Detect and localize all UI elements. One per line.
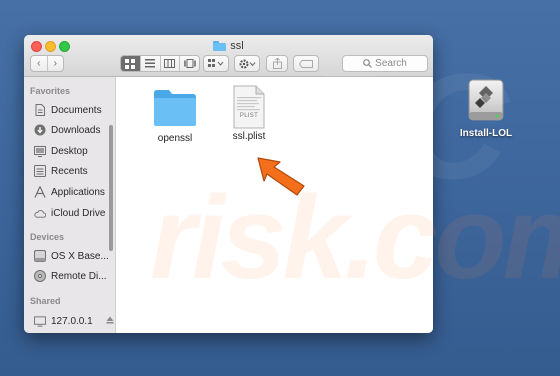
window-toolbar: ssl ‹ › Search — [24, 35, 433, 77]
file-name: openssl — [157, 133, 193, 144]
search-placeholder: Search — [375, 58, 407, 69]
sidebar-item-label: Documents — [51, 104, 102, 116]
sidebar-item-remote-disc[interactable]: Remote Di... — [34, 268, 107, 284]
sidebar-item-label: Downloads — [51, 124, 101, 136]
tags-button[interactable] — [293, 55, 319, 72]
list-view-button[interactable] — [141, 56, 161, 71]
search-icon — [363, 59, 373, 68]
eject-icon[interactable] — [106, 316, 114, 327]
navigation-buttons: ‹ › — [30, 55, 64, 72]
list-view-icon — [145, 59, 156, 68]
download-icon — [34, 124, 46, 136]
sidebar-item-label: Applications — [51, 186, 105, 198]
sidebar-item-applications[interactable]: Applications — [34, 184, 105, 200]
drive-label: Install-LOL — [459, 128, 513, 139]
window-title-text: ssl — [230, 40, 244, 52]
forward-button[interactable]: › — [48, 56, 64, 71]
file-name: ssl.plist — [232, 131, 266, 142]
desktop-drive-install-lol[interactable]: Install-LOL — [456, 76, 516, 139]
sidebar-item-documents[interactable]: Documents — [34, 102, 102, 118]
sidebar-item-downloads[interactable]: Downloads — [34, 122, 100, 138]
file-type-badge: PLIST — [239, 113, 259, 119]
server-icon — [34, 315, 46, 327]
sidebar-scrollbar[interactable] — [109, 125, 113, 251]
sidebar-item-localhost[interactable]: 127.0.0.1 — [34, 313, 114, 329]
sidebar-item-recents[interactable]: Recents — [34, 163, 88, 179]
icon-view-button[interactable] — [121, 56, 141, 71]
annotation-arrow — [257, 157, 305, 196]
window-title: ssl — [24, 38, 433, 54]
plist-file-icon — [233, 85, 265, 129]
file-item-ssl-plist[interactable]: PLIST ssl.plist — [217, 85, 281, 142]
sidebar-header-devices: Devices — [30, 232, 65, 242]
gallery-view-icon — [183, 59, 196, 68]
gallery-view-button[interactable] — [180, 56, 199, 71]
sidebar-item-label: 127.0.0.1 — [51, 315, 93, 327]
column-view-button[interactable] — [161, 56, 181, 71]
remote-disc-icon — [34, 270, 46, 282]
search-field[interactable]: Search — [342, 55, 428, 72]
tag-icon — [299, 59, 313, 68]
share-button[interactable] — [266, 55, 288, 72]
view-mode-buttons — [120, 55, 200, 72]
arrange-grid-icon — [208, 59, 224, 67]
folder-icon — [213, 41, 227, 51]
document-icon — [34, 104, 46, 116]
sidebar-header-shared: Shared — [30, 296, 61, 306]
sidebar-item-label: Desktop — [51, 145, 88, 157]
applications-icon — [34, 186, 46, 198]
cloud-icon — [34, 207, 46, 219]
back-button[interactable]: ‹ — [31, 56, 48, 71]
icon-view-icon — [125, 58, 136, 69]
share-icon — [272, 58, 282, 69]
sidebar-item-desktop[interactable]: Desktop — [34, 143, 88, 159]
action-button[interactable] — [234, 55, 260, 72]
finder-window: ssl ‹ › Search Favorites Documents Downl… — [24, 35, 433, 333]
folder-icon — [154, 90, 196, 126]
file-item-openssl[interactable]: openssl — [143, 89, 207, 144]
sidebar-item-label: Remote Di... — [51, 270, 107, 282]
gear-icon — [239, 59, 255, 68]
disk-icon — [34, 250, 46, 262]
file-browser-content: openssl PLIST ssl.plist — [117, 77, 433, 333]
arrange-button[interactable] — [203, 55, 229, 72]
disk-image-icon — [468, 79, 504, 121]
sidebar-item-icloud-drive[interactable]: iCloud Drive — [34, 205, 105, 221]
sidebar-item-label: iCloud Drive — [51, 207, 106, 219]
sidebar: Favorites Documents Downloads Desktop Re… — [24, 77, 116, 333]
sidebar-header-favorites: Favorites — [30, 86, 71, 96]
desktop-icon — [34, 145, 46, 157]
sidebar-item-os-x-base[interactable]: OS X Base... — [34, 248, 109, 264]
column-view-icon — [164, 59, 176, 68]
recents-icon — [34, 165, 46, 177]
sidebar-item-label: OS X Base... — [51, 250, 109, 262]
sidebar-item-label: Recents — [51, 165, 88, 177]
